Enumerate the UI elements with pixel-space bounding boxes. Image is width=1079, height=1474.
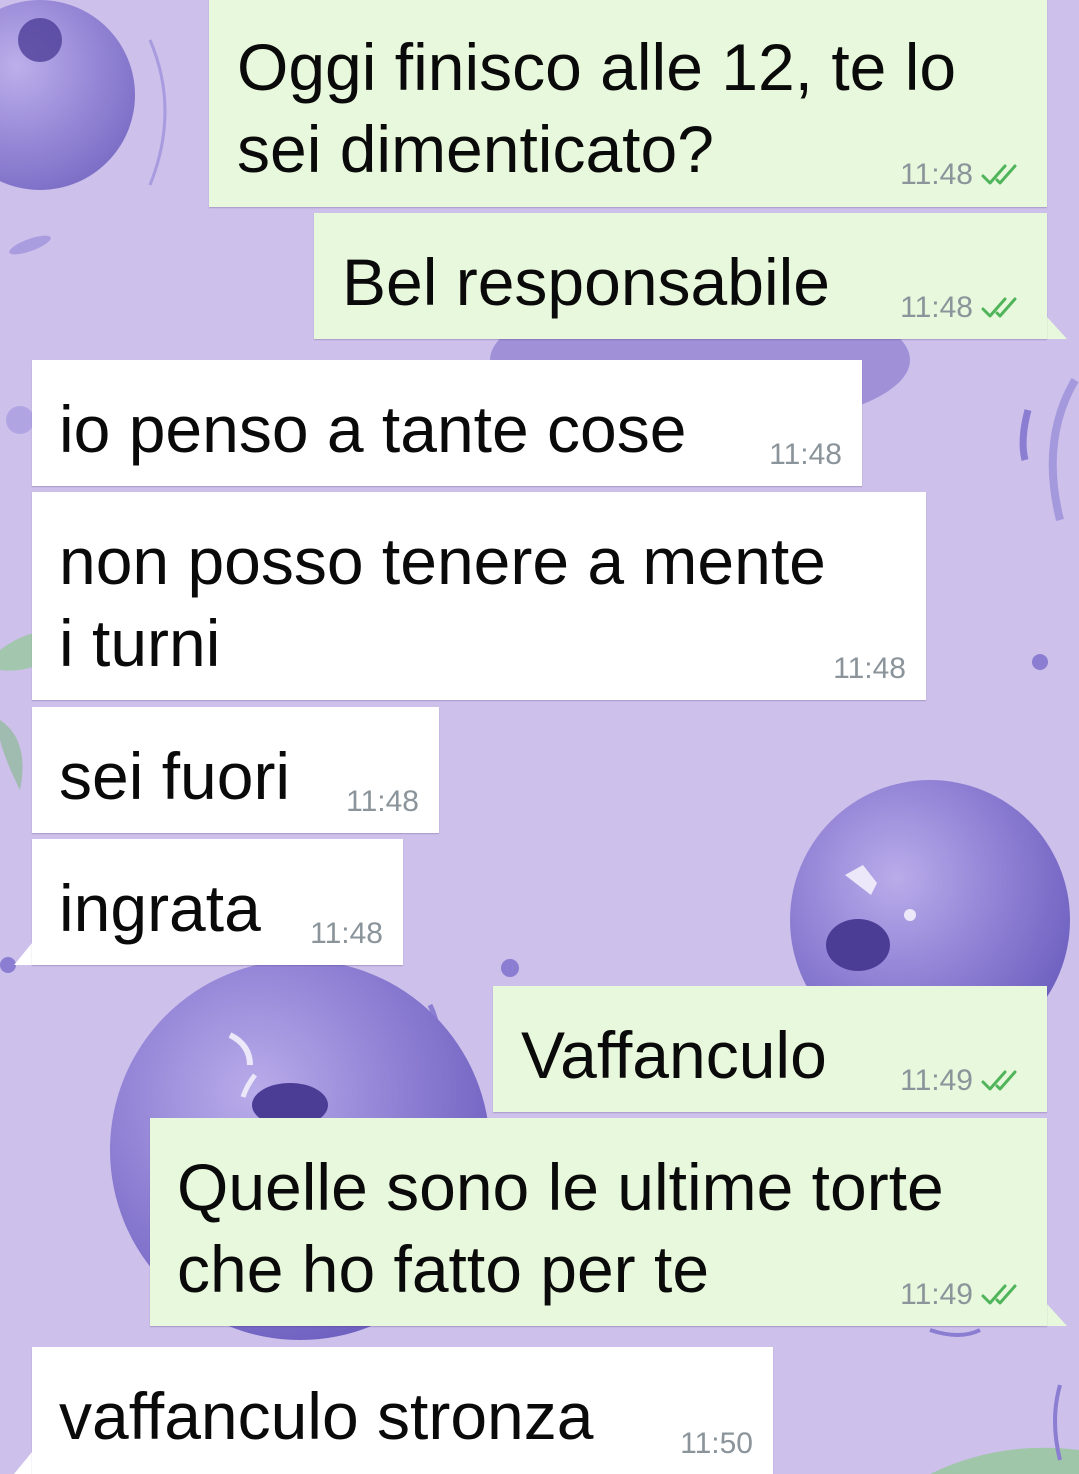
message-bubble-outgoing[interactable]: Bel responsabile 11:48 [314, 213, 1047, 339]
message-bubble-outgoing[interactable]: Vaffanculo 11:49 [493, 986, 1047, 1112]
message-text-line: Oggi finisco alle 12, te lo [237, 30, 957, 104]
message-meta: 11:48 [900, 293, 1027, 323]
double-check-read-icon [981, 1070, 1017, 1091]
message-bubble-incoming[interactable]: ingrata 11:48 [32, 839, 403, 965]
double-check-read-icon [981, 164, 1017, 185]
message-time: 11:49 [900, 1064, 973, 1097]
message-text-line: sei dimenticato? [237, 112, 714, 186]
message-text-line: i turni [59, 606, 221, 680]
message-text-line: Quelle sono le ultime torte [177, 1150, 944, 1224]
message-meta: 11:48 [833, 654, 906, 684]
message-text-line: Vaffanculo [521, 1018, 827, 1092]
message-text-line: che ho fatto per te [177, 1232, 710, 1306]
message-meta: 11:50 [680, 1429, 753, 1459]
message-bubble-outgoing[interactable]: Quelle sono le ultime torte che ho fatto… [150, 1118, 1047, 1326]
message-time: 11:48 [769, 438, 842, 471]
message-time: 11:48 [833, 652, 906, 685]
message-text-line: vaffanculo stronza [59, 1379, 594, 1453]
message-meta: 11:48 [769, 440, 842, 470]
message-meta: 11:49 [900, 1066, 1027, 1096]
message-time: 11:48 [346, 785, 419, 818]
message-text-line: non posso tenere a mente [59, 524, 826, 598]
message-bubble-incoming[interactable]: vaffanculo stronza 11:50 [32, 1347, 773, 1474]
message-text-line: sei fuori [59, 739, 291, 813]
message-text-line: io penso a tante cose [59, 392, 687, 466]
message-time: 11:48 [900, 158, 973, 191]
message-time: 11:50 [680, 1427, 753, 1460]
message-bubble-incoming[interactable]: io penso a tante cose 11:48 [32, 360, 862, 486]
double-check-read-icon [981, 297, 1017, 318]
blueberry-icon [0, 0, 167, 190]
message-time: 11:49 [900, 1278, 973, 1311]
message-bubble-incoming[interactable]: sei fuori 11:48 [32, 707, 439, 833]
message-bubble-outgoing[interactable]: Oggi finisco alle 12, te lo sei dimentic… [209, 0, 1047, 207]
message-time: 11:48 [900, 291, 973, 324]
double-check-read-icon [981, 1284, 1017, 1305]
message-meta: 11:48 [310, 919, 383, 949]
message-meta: 11:48 [346, 787, 419, 817]
message-text-line: ingrata [59, 871, 261, 945]
message-meta: 11:48 [900, 160, 1027, 190]
message-time: 11:48 [310, 917, 383, 950]
message-bubble-incoming[interactable]: non posso tenere a mente i turni 11:48 [32, 492, 926, 700]
message-meta: 11:49 [900, 1280, 1027, 1310]
message-text-line: Bel responsabile [342, 245, 830, 319]
